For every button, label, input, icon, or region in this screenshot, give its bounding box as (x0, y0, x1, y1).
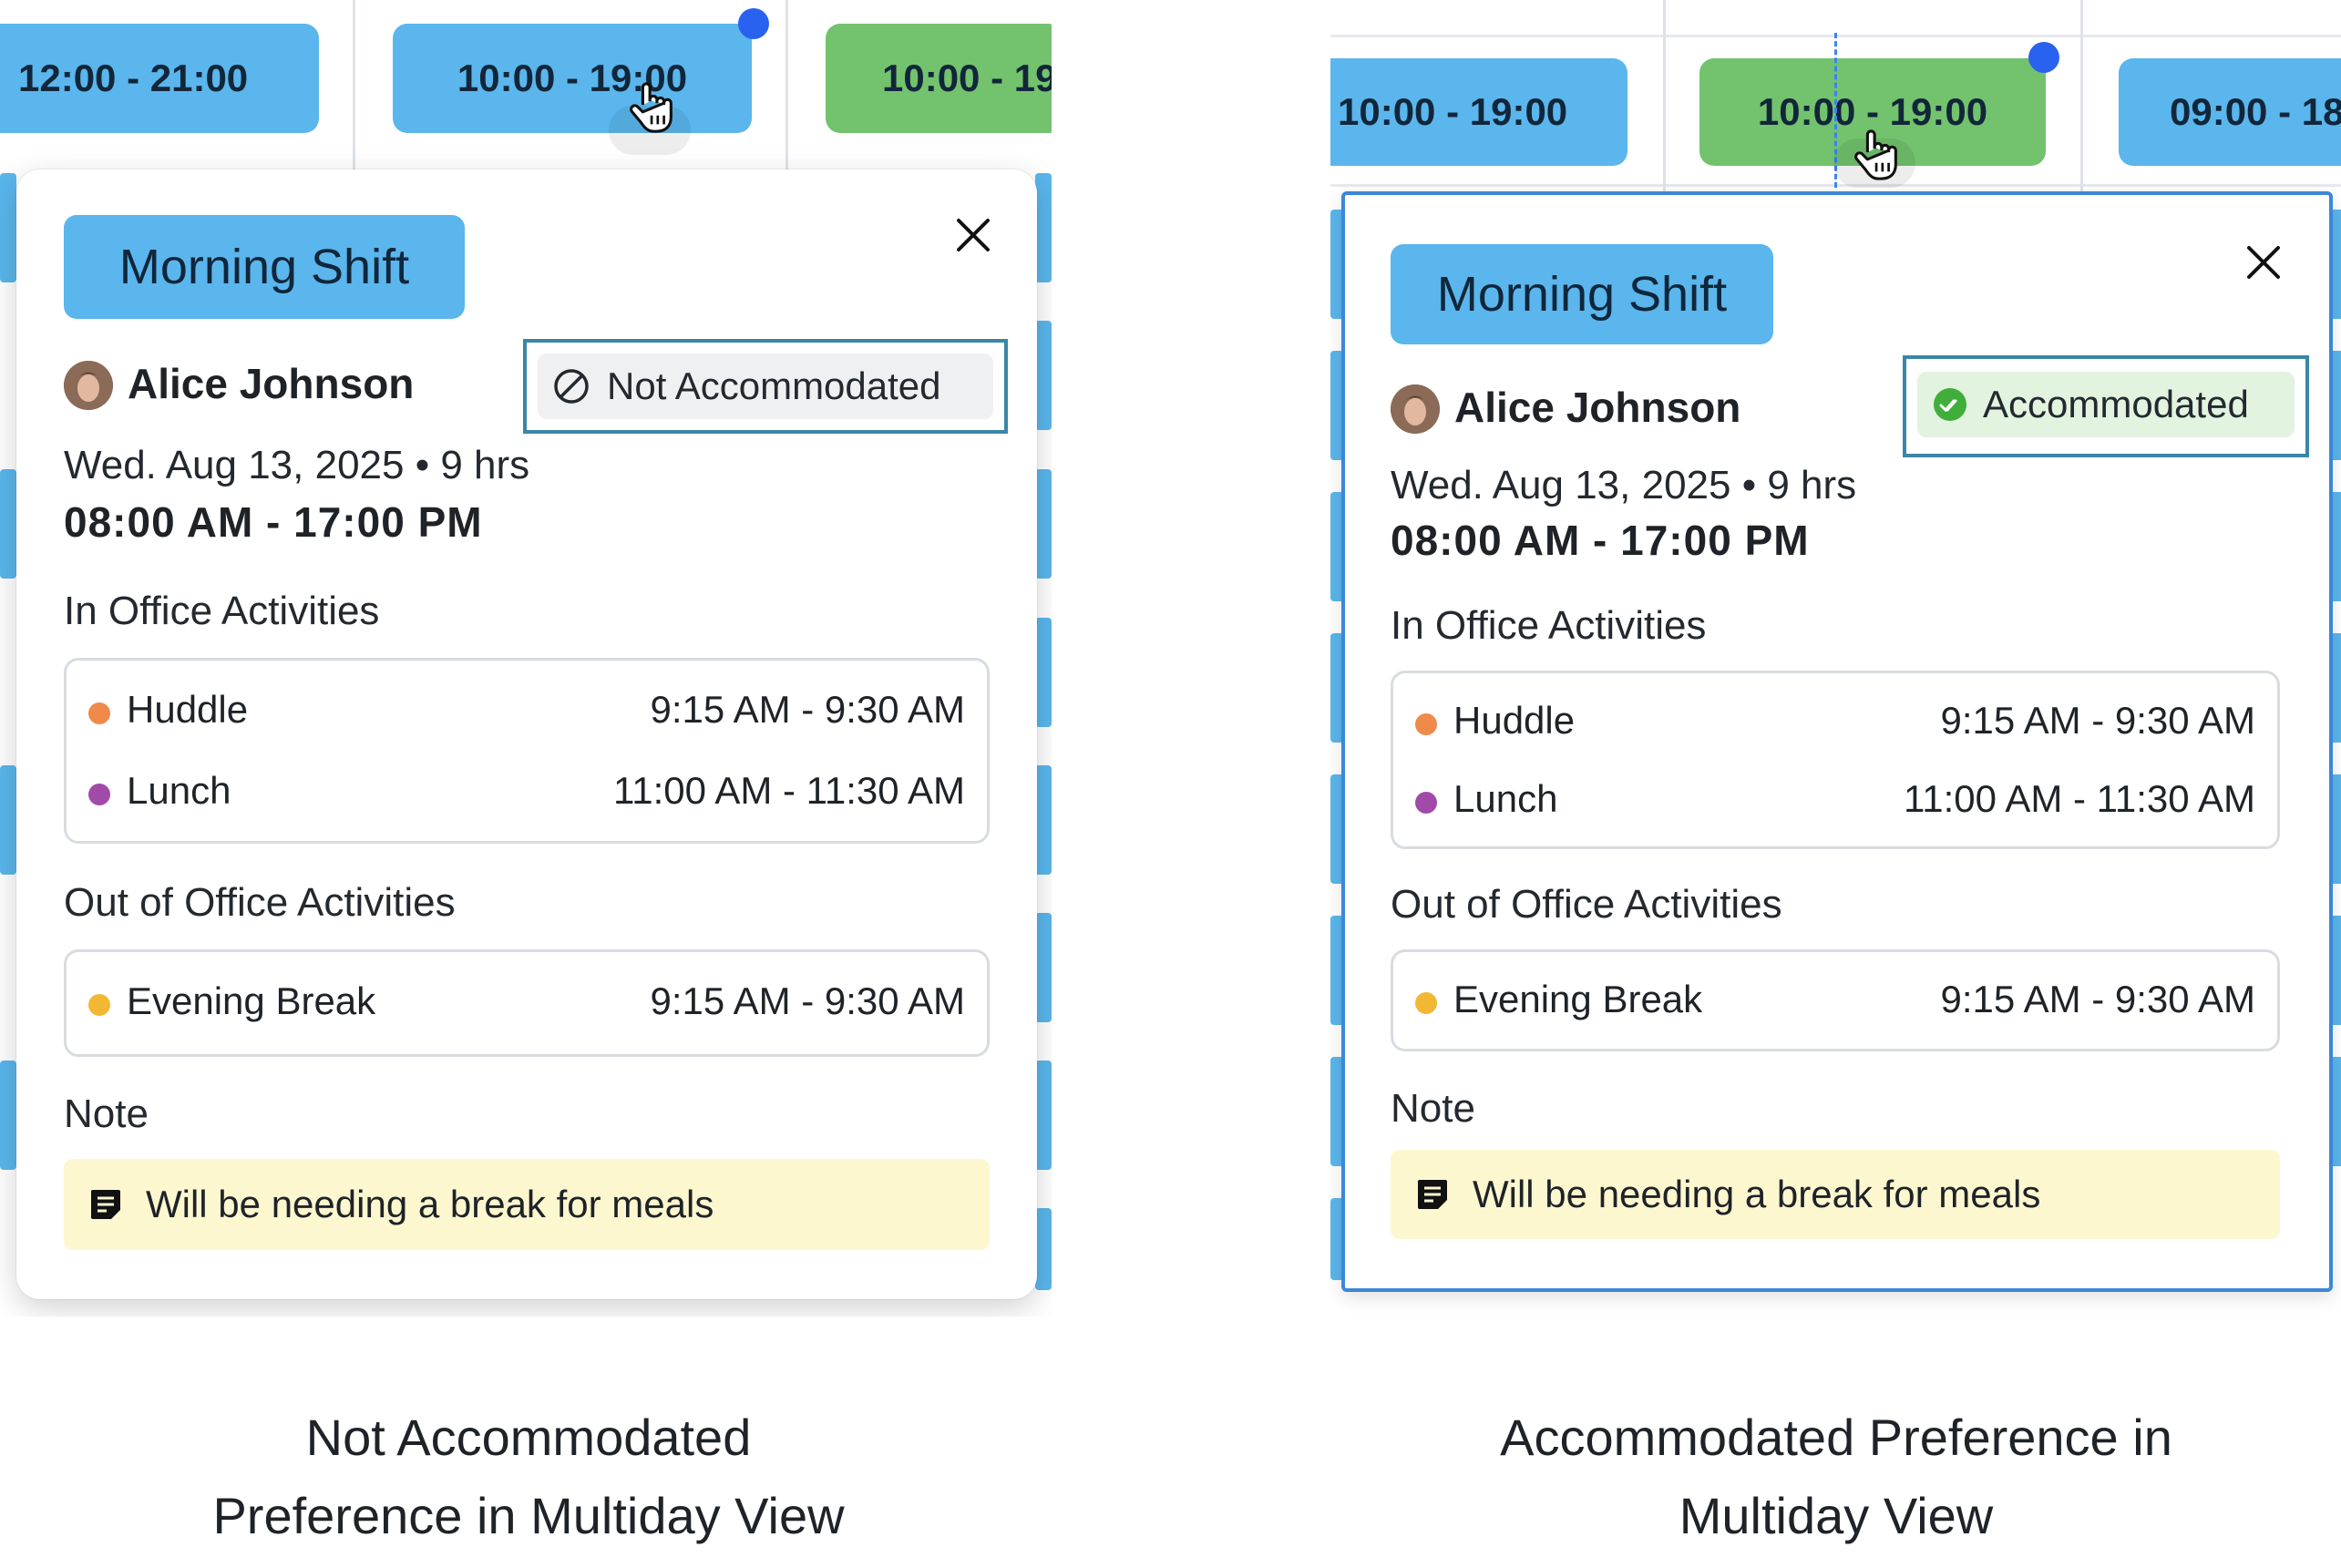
shift-chip-partial (0, 469, 16, 579)
note-title: Note (64, 1091, 149, 1136)
shift-chip-partial (0, 1061, 16, 1170)
shift-chip-partial (1035, 469, 1052, 579)
activity-time: 9:15 AM - 9:30 AM (1940, 978, 2255, 1020)
activity-name: Huddle (127, 688, 249, 731)
activity-time: 11:00 AM - 11:30 AM (613, 769, 965, 812)
selection-indicator-dot (738, 8, 769, 39)
shift-date: Wed. Aug 13, 2025 • 9 hrs (1391, 463, 1857, 507)
caption-line: Accommodated Preference in (1500, 1409, 2172, 1466)
shift-chip[interactable]: 10:00 - 19:00 (1330, 58, 1627, 166)
out-of-office-title: Out of Office Activities (64, 880, 456, 925)
caption-line: Preference in Multiday View (212, 1487, 845, 1544)
list-item: Lunch 11:00 AM - 11:30 AM (1393, 774, 2277, 828)
shift-chip-partial (1035, 765, 1052, 875)
shift-date: Wed. Aug 13, 2025 • 9 hrs (64, 443, 530, 487)
activity-dot (88, 784, 110, 805)
shift-time-range: 08:00 AM - 17:00 PM (64, 498, 483, 546)
multiday-view-accommodated: 10:00 - 19:00 10:00 - 19:00 09:00 - 18 M… (1330, 0, 2341, 1317)
avatar (1391, 384, 1440, 434)
accommodation-status-badge: Accommodated (1917, 372, 2295, 437)
status-label: Accommodated (1983, 383, 2249, 425)
in-office-activities-list: Huddle 9:15 AM - 9:30 AM Lunch 11:00 AM … (1391, 671, 2280, 849)
check-circle-icon (1934, 388, 1966, 421)
close-icon[interactable] (953, 215, 993, 255)
activity-time: 9:15 AM - 9:30 AM (650, 979, 965, 1022)
note-text: Will be needing a break for meals (1473, 1173, 2041, 1215)
activity-name: Evening Break (127, 979, 376, 1022)
note-box: Will be needing a break for meals (1391, 1150, 2280, 1239)
activity-dot (88, 702, 110, 724)
in-office-title: In Office Activities (1391, 603, 1707, 648)
close-icon[interactable] (2243, 242, 2284, 282)
in-office-activities-list: Huddle 9:15 AM - 9:30 AM Lunch 11:00 AM … (64, 658, 990, 844)
shift-chip-partial (1035, 618, 1052, 727)
shift-chip-partial (0, 173, 16, 282)
activity-dot (88, 994, 110, 1016)
in-office-title: In Office Activities (64, 589, 380, 633)
list-item: Huddle 9:15 AM - 9:30 AM (1393, 695, 2277, 750)
activity-dot (1415, 992, 1437, 1014)
calendar-column-divider (785, 0, 788, 173)
activity-dot (1415, 792, 1437, 814)
calendar-column-divider (353, 0, 355, 173)
out-of-office-activities-list: Evening Break 9:15 AM - 9:30 AM (64, 949, 990, 1057)
out-of-office-title: Out of Office Activities (1391, 882, 1782, 927)
accommodation-status-badge: Not Accommodated (538, 354, 993, 419)
shift-chip-partial (1035, 1061, 1052, 1170)
employee-name: Alice Johnson (1454, 384, 1741, 431)
activity-name: Lunch (1453, 777, 1558, 820)
activity-dot (1415, 713, 1437, 735)
note-text: Will be needing a break for meals (146, 1183, 714, 1225)
out-of-office-activities-list: Evening Break 9:15 AM - 9:30 AM (1391, 949, 2280, 1051)
shift-chip[interactable]: 09:00 - 18 (2119, 58, 2341, 166)
caption-not-accommodated: Not Accommodated Preference in Multiday … (118, 1399, 939, 1555)
shift-chip-partial (1035, 913, 1052, 1022)
shift-chip-active[interactable]: 10:00 - 19:00 (393, 24, 752, 133)
shift-time-range: 08:00 AM - 17:00 PM (1391, 517, 1810, 564)
shift-chip[interactable]: 10:00 - 19 (826, 24, 1052, 133)
activity-time: 9:15 AM - 9:30 AM (650, 688, 965, 731)
caption-line: Not Accommodated (305, 1409, 752, 1466)
activity-time: 9:15 AM - 9:30 AM (1940, 699, 2255, 742)
list-item: Evening Break 9:15 AM - 9:30 AM (67, 976, 987, 1030)
note-icon (1418, 1180, 1447, 1209)
shift-chip-partial (1035, 173, 1052, 282)
multiday-view-not-accommodated: 12:00 - 21:00 10:00 - 19:00 10:00 - 19 M… (0, 0, 1052, 1317)
shift-details-popup: Morning Shift Alice Johnson Accommodated… (1341, 191, 2333, 1292)
avatar (64, 361, 113, 410)
caption-accommodated: Accommodated Preference in Multiday View (1422, 1399, 2251, 1555)
shift-chip-partial (0, 765, 16, 875)
shift-name-badge: Morning Shift (1391, 244, 1773, 344)
activity-name: Lunch (127, 769, 231, 812)
activity-name: Huddle (1453, 699, 1576, 742)
list-item: Huddle 9:15 AM - 9:30 AM (67, 684, 987, 739)
caption-line: Multiday View (1679, 1487, 1994, 1544)
selection-indicator-dot (2028, 42, 2059, 73)
note-box: Will be needing a break for meals (64, 1159, 990, 1250)
calendar-column-divider (1663, 0, 1666, 191)
activity-name: Evening Break (1453, 978, 1703, 1020)
list-item: Evening Break 9:15 AM - 9:30 AM (1393, 974, 2277, 1029)
shift-chip-partial (1035, 321, 1052, 430)
note-icon (91, 1190, 120, 1219)
employee-name: Alice Johnson (128, 360, 415, 407)
shift-chip-partial (1035, 1208, 1052, 1290)
prohibited-icon (554, 369, 589, 404)
shift-chip[interactable]: 12:00 - 21:00 (0, 24, 319, 133)
shift-details-popup: Morning Shift Alice Johnson Not Accommod… (16, 169, 1037, 1299)
calendar-column-divider (2080, 0, 2083, 191)
hand-pointer-icon (1854, 129, 1897, 180)
activity-time: 11:00 AM - 11:30 AM (1904, 777, 2255, 820)
shift-name-badge: Morning Shift (64, 215, 465, 319)
list-item: Lunch 11:00 AM - 11:30 AM (67, 765, 987, 820)
hand-pointer-icon (630, 82, 673, 133)
note-title: Note (1391, 1086, 1475, 1131)
status-label: Not Accommodated (607, 364, 941, 407)
